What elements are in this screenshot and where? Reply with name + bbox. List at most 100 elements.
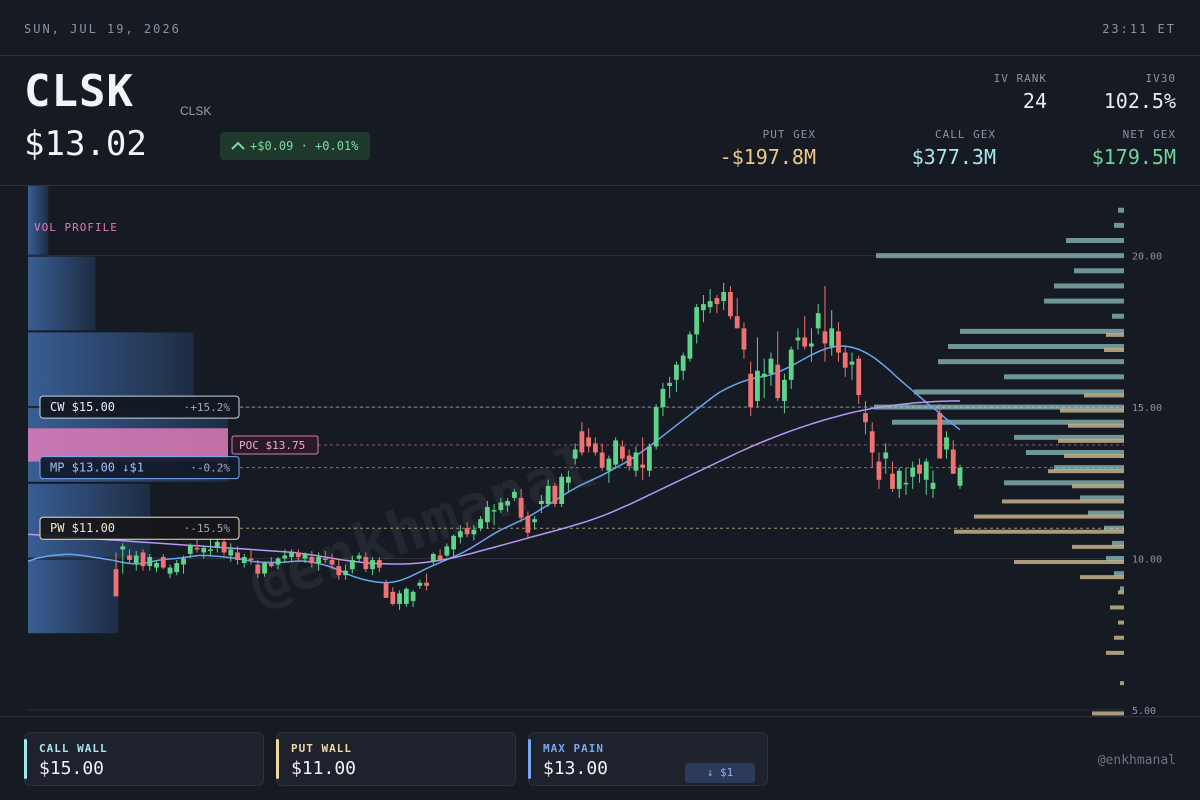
call-gex-bar [960,328,1124,334]
candle-body [748,373,754,408]
candle-body [289,552,294,557]
candle [748,361,754,417]
candle-body [565,476,571,483]
candle-body [613,440,619,465]
candle-body [674,364,679,380]
price-chart[interactable]: @enkhmanal CW $15.00 ·+15.2% MP $13.00 ↓$1… [0,180,1200,717]
top-bar: SUN, JUL 19, 2026 23:11 ET [0,0,1200,56]
iv30-stat: IV30 102.5% [1104,72,1176,113]
price-change-badge: +$0.09 · +0.01% [220,132,371,160]
candle [957,464,963,489]
candle-body [484,507,490,523]
candle-body [160,557,166,568]
candle [768,352,774,386]
y-tick-label: 10.00 [1132,555,1162,566]
call-gex-bar [938,359,1124,365]
call-gex-bar [1118,207,1124,213]
put-wall-accent [276,739,279,779]
candle-body [133,555,139,564]
call-gex-bar [1114,222,1124,228]
candle [869,422,875,468]
candle [734,298,740,329]
candle-body [586,437,592,447]
volume-profile-bar [28,256,96,331]
put-wall-label: PUT WALL [291,742,352,755]
put-gex-bar [1104,348,1124,353]
candle-body [815,313,821,329]
candle-body [349,560,355,570]
candle-body [775,364,781,398]
put-gex-bar [1002,499,1124,504]
candle-body [633,452,639,471]
candle [714,295,720,314]
candle [802,316,808,350]
candle-body [626,455,632,467]
candle-body [113,569,119,597]
candle-body [552,485,558,504]
put-gex-bar [1118,620,1124,625]
cw-tag-pct: ·+15.2% [184,401,231,414]
price-change-text: +$0.09 · +0.01% [250,139,359,153]
candle-body [660,388,666,408]
candle [842,346,848,377]
max-pain-label: MAX PAIN [543,742,604,755]
candle-body [883,452,889,459]
quote-header: CLSK CLSK $13.02 +$0.09 · +0.01% IV RANK… [0,56,1200,186]
candle-body [545,485,551,504]
put-gex-bar [1064,454,1124,459]
candle [680,352,686,380]
candle [660,382,666,417]
candle-body [538,500,544,504]
candle-body [397,593,402,604]
candle-body [768,358,774,374]
y-tick-label: 20.00 [1132,252,1162,263]
call-gex-value: $377.3M [911,145,996,169]
candle-body [714,298,720,305]
pw-tag-label: PW $11.00 [50,521,115,535]
candle-body [417,582,423,586]
candle-body [734,316,740,329]
call-gex-label: CALL GEX [935,128,996,141]
chart-canvas[interactable]: @enkhmanal CW $15.00 ·+15.2% MP $13.00 ↓$1… [0,180,1200,717]
cw-tag-label: CW $15.00 [50,400,115,414]
candle-body [863,413,868,423]
candle-body [383,582,389,598]
candle-body [640,464,646,468]
candle [930,470,936,498]
candle [599,443,605,471]
candle-body [525,516,531,533]
candle-body [370,560,375,570]
candle [694,304,700,344]
candle-body [390,591,396,604]
watermark: @enkhmanal [241,431,604,620]
candle [154,560,159,573]
last-price: $13.02 [24,124,147,164]
date-label: SUN, JUL 19, 2026 [24,22,181,36]
candle [755,337,760,408]
put-gex-bar [954,529,1124,534]
candle-body [620,446,625,459]
candle-body [147,557,153,567]
max-pain-accent [528,739,531,779]
candle [923,458,929,495]
candle [113,552,119,597]
candle [667,376,673,398]
candle-body [181,558,186,565]
candle [579,422,585,456]
time-label: 23:11 ET [1102,22,1176,36]
put-gex-bar [1058,438,1124,443]
volume-profile-bar [28,332,194,407]
candle-body [505,500,511,506]
candle [451,534,456,559]
candle-body [707,301,713,308]
candle-body [363,557,369,570]
candle-body [208,549,213,551]
candle-body [856,358,862,395]
candle-body [471,529,477,535]
candle [613,437,619,468]
call-gex-bar [1054,283,1124,289]
iv30-label: IV30 [1145,72,1176,85]
put-gex-bar [1072,484,1124,489]
candle-body [343,570,348,576]
candle [653,404,659,450]
